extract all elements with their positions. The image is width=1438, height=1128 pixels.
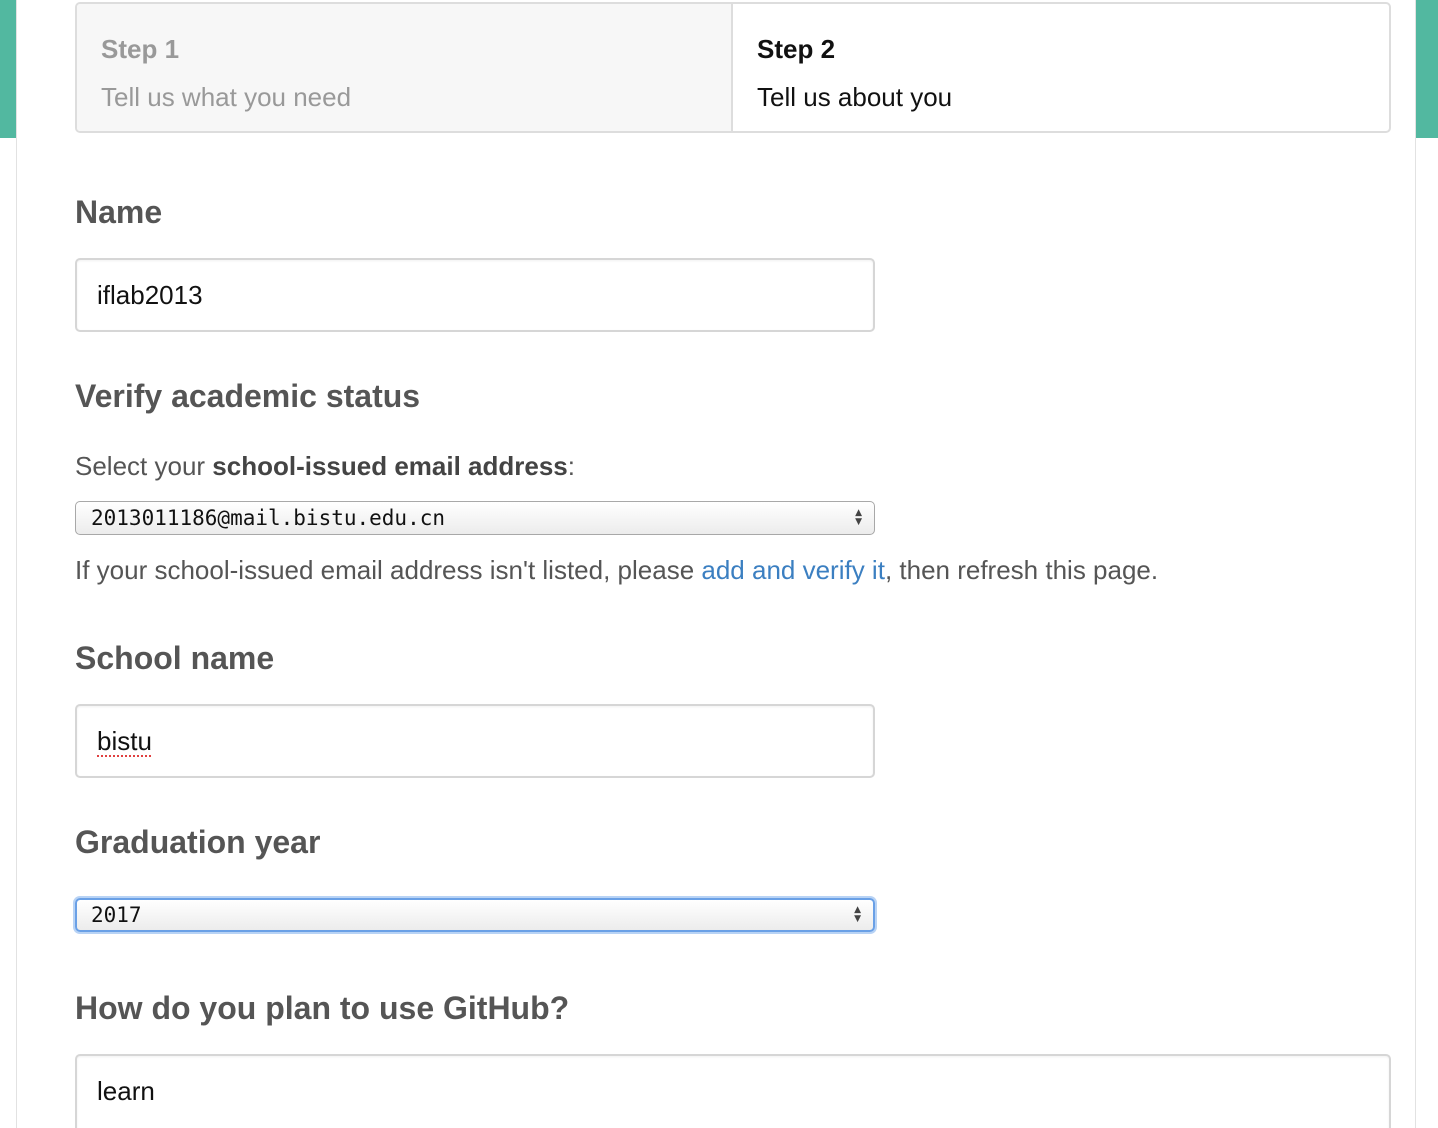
school-name-input-value: bistu	[97, 726, 152, 756]
graduation-year-label: Graduation year	[75, 824, 321, 860]
add-verify-email-link[interactable]: add and verify it	[701, 555, 885, 585]
select-arrows-icon: ▲ ▼	[855, 508, 862, 527]
email-prompt: Select your school-issued email address:	[75, 451, 575, 481]
name-input[interactable]: iflab2013	[75, 258, 875, 332]
school-name-label: School name	[75, 640, 275, 676]
usage-label: How do you plan to use GitHub?	[75, 990, 570, 1026]
school-name-input[interactable]: bistu	[75, 704, 875, 778]
graduation-year-select[interactable]: 2017 ▲ ▼	[75, 898, 875, 932]
email-help-suffix: , then refresh this page.	[884, 555, 1159, 585]
step-2: Step 2 Tell us about you	[733, 4, 1389, 131]
graduation-year-value: 2017	[91, 903, 142, 927]
email-help-prefix: If your school-issued email address isn'…	[75, 555, 702, 585]
email-prompt-prefix: Select your	[75, 451, 213, 481]
usage-textarea-value: learn	[97, 1076, 155, 1106]
name-input-value: iflab2013	[97, 280, 203, 310]
accent-bar-right	[1414, 0, 1438, 138]
form-container: Step 1 Tell us what you need Step 2 Tell…	[16, 0, 1416, 1128]
email-select-value: 2013011186@mail.bistu.edu.cn	[91, 506, 446, 530]
step-1[interactable]: Step 1 Tell us what you need	[77, 4, 733, 131]
academic-status-label: Verify academic status	[75, 378, 421, 414]
email-help-text: If your school-issued email address isn'…	[75, 555, 1158, 585]
step-1-title: Step 1	[101, 34, 180, 64]
email-prompt-bold: school-issued email address	[212, 451, 568, 481]
step-indicator: Step 1 Tell us what you need Step 2 Tell…	[75, 2, 1391, 133]
usage-textarea[interactable]: learn	[75, 1054, 1391, 1128]
name-label: Name	[75, 194, 163, 230]
step-2-title: Step 2	[757, 34, 836, 64]
step-1-description: Tell us what you need	[101, 82, 352, 112]
page: Step 1 Tell us what you need Step 2 Tell…	[0, 0, 1438, 1128]
email-prompt-suffix: :	[567, 451, 575, 481]
select-arrows-icon: ▲ ▼	[854, 905, 861, 924]
accent-bar-left	[0, 0, 17, 138]
step-2-description: Tell us about you	[757, 82, 953, 112]
email-select[interactable]: 2013011186@mail.bistu.edu.cn ▲ ▼	[75, 501, 875, 535]
